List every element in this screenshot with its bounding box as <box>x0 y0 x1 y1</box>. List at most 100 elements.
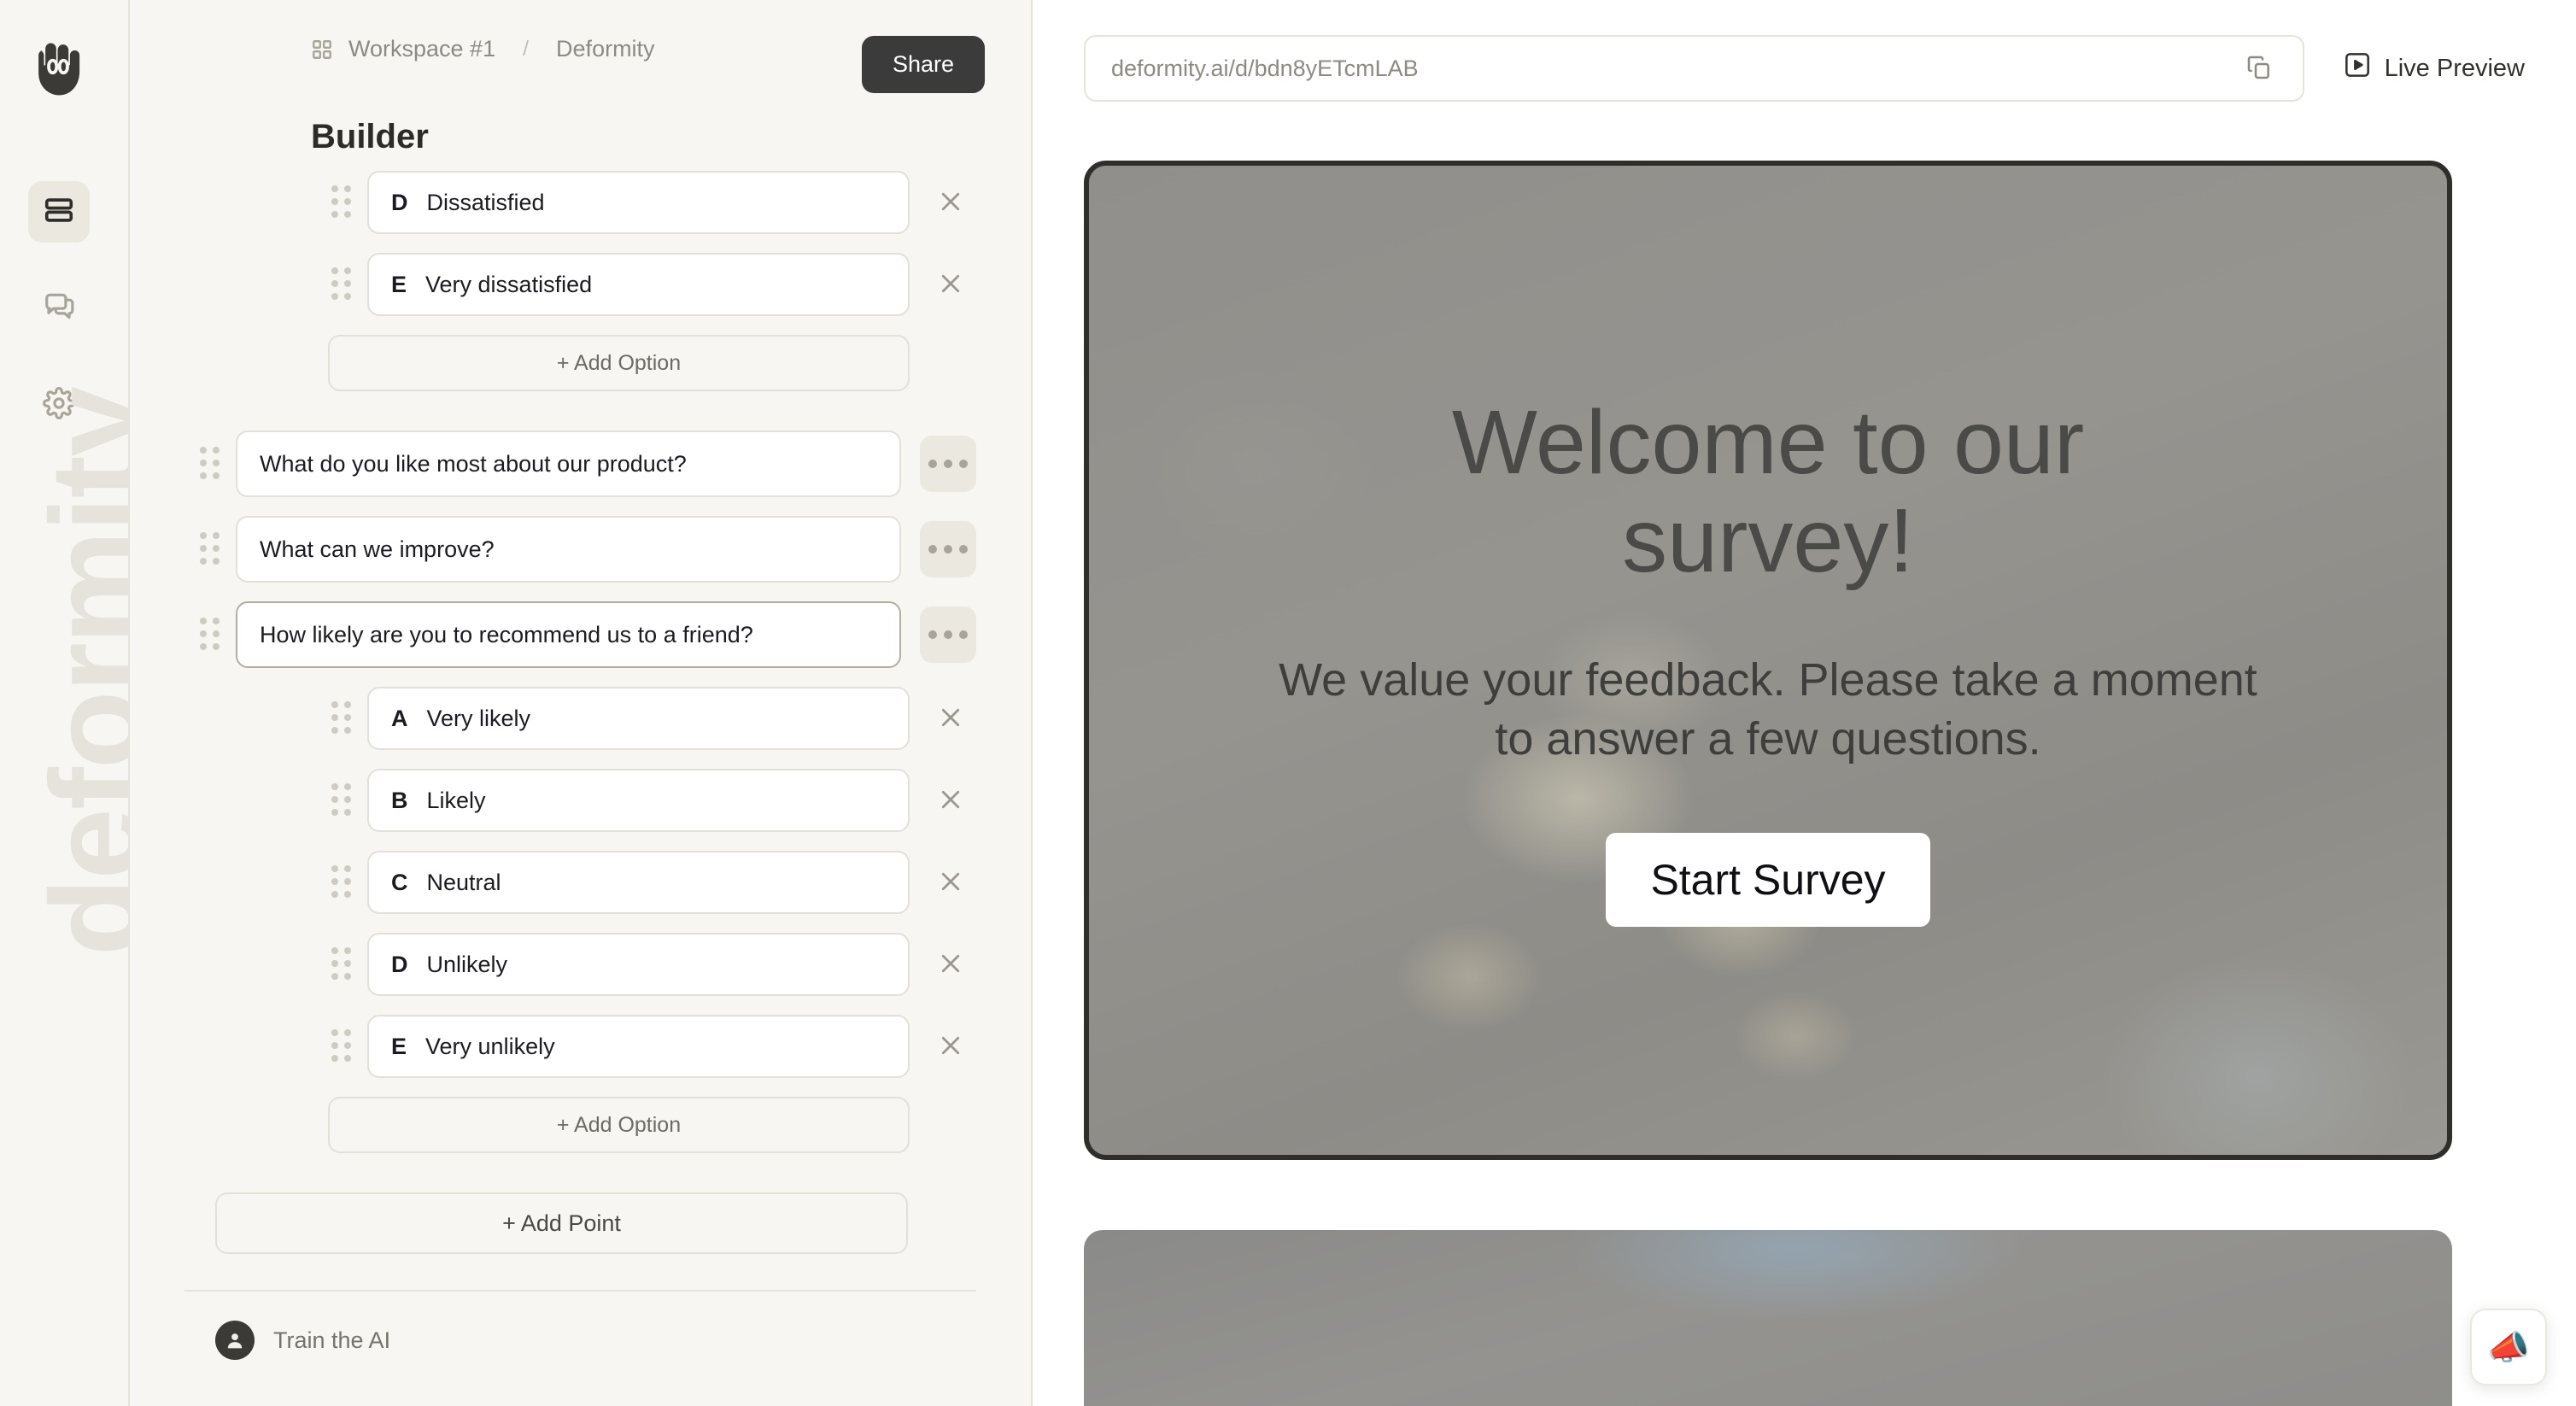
add-option-button[interactable]: + Add Option <box>328 1097 910 1153</box>
question-input[interactable]: What can we improve? <box>236 516 901 583</box>
question-row: What can we improve? <box>184 516 976 583</box>
option-row: D Unlikely <box>184 933 976 996</box>
option-row: D Dissatisfied <box>184 171 976 234</box>
option-input[interactable]: B Likely <box>367 769 910 832</box>
drag-handle-icon[interactable] <box>328 1028 357 1064</box>
option-input[interactable]: A Very likely <box>367 687 910 750</box>
close-icon <box>938 951 963 979</box>
drag-handle-icon[interactable] <box>196 617 225 653</box>
breadcrumb-separator: / <box>523 37 530 61</box>
drag-handle-icon[interactable] <box>328 946 357 982</box>
drag-handle-icon[interactable] <box>196 446 225 482</box>
app-root: deformity Workspace #1 / Deformity Share <box>0 0 2576 1406</box>
share-button[interactable]: Share <box>861 36 985 93</box>
option-input[interactable]: D Unlikely <box>367 933 910 996</box>
live-preview-label: Live Preview <box>2384 54 2525 82</box>
option-letter: D <box>391 189 408 215</box>
question-input[interactable]: What do you like most about our product? <box>236 431 901 497</box>
next-preview-card[interactable] <box>1084 1230 2452 1406</box>
option-row: E Very unlikely <box>184 1015 976 1078</box>
option-input[interactable]: E Very dissatisfied <box>367 253 910 316</box>
grid-icon <box>311 38 333 61</box>
avatar <box>215 1321 255 1360</box>
question-input-focused[interactable]: How likely are you to recommend us to a … <box>236 601 901 668</box>
app-logo[interactable] <box>26 36 92 103</box>
remove-option-button[interactable] <box>925 177 976 228</box>
drag-handle-icon[interactable] <box>196 531 225 567</box>
chat-icon <box>43 290 75 326</box>
share-url-field[interactable]: deformity.ai/d/bdn8yETcmLAB <box>1084 35 2304 102</box>
option-text: Very likely <box>426 705 531 731</box>
drag-handle-icon[interactable] <box>328 267 357 302</box>
option-letter: E <box>391 271 407 297</box>
close-icon <box>938 869 963 897</box>
option-row: E Very dissatisfied <box>184 253 976 316</box>
card-content: Welcome to our survey! We value your fee… <box>1089 166 2447 1155</box>
breadcrumb-project[interactable]: Deformity <box>556 36 655 62</box>
preview-toolbar: deformity.ai/d/bdn8yETcmLAB Live Preview <box>1033 0 2576 137</box>
option-input[interactable]: E Very unlikely <box>367 1015 910 1078</box>
option-input[interactable]: C Neutral <box>367 851 910 914</box>
add-option-button[interactable]: + Add Option <box>328 335 910 391</box>
drag-handle-icon[interactable] <box>328 700 357 736</box>
announcement-fab-button[interactable]: 📣 <box>2470 1309 2547 1385</box>
option-row: A Very likely <box>184 687 976 750</box>
copy-icon <box>2245 54 2273 84</box>
page-title: Builder <box>311 118 429 155</box>
train-ai-label: Train the AI <box>273 1327 391 1353</box>
survey-preview-card[interactable]: Welcome to our survey! We value your fee… <box>1084 161 2452 1160</box>
train-ai-row[interactable]: Train the AI <box>184 1292 976 1360</box>
option-letter: C <box>391 869 408 895</box>
option-letter: E <box>391 1033 407 1059</box>
close-icon <box>938 271 963 299</box>
question-row: What do you like most about our product? <box>184 431 976 497</box>
card-background-image <box>1084 1230 2452 1406</box>
megaphone-icon: 📣 <box>2487 1328 2530 1367</box>
remove-option-button[interactable] <box>925 693 976 744</box>
drag-handle-icon[interactable] <box>328 185 357 220</box>
option-row: B Likely <box>184 769 976 832</box>
builder-icon <box>43 194 75 231</box>
live-preview-toggle[interactable]: Live Preview <box>2344 51 2525 85</box>
option-text: Likely <box>426 787 486 813</box>
drag-handle-icon[interactable] <box>328 782 357 818</box>
question-menu-button[interactable] <box>920 521 976 577</box>
option-letter: D <box>391 951 408 977</box>
sidebar-item-builder[interactable] <box>28 181 90 243</box>
remove-option-button[interactable] <box>925 939 976 990</box>
icon-rail: deformity <box>0 0 167 1406</box>
option-input[interactable]: D Dissatisfied <box>367 171 910 234</box>
breadcrumb: Workspace #1 / Deformity <box>311 36 655 62</box>
option-text: Neutral <box>426 869 501 895</box>
remove-option-button[interactable] <box>925 1021 976 1072</box>
option-letter: B <box>391 787 408 813</box>
close-icon <box>938 705 963 733</box>
question-menu-button[interactable] <box>920 436 976 492</box>
survey-paragraph: We value your feedback. Please take a mo… <box>1279 654 2257 765</box>
add-point-button[interactable]: + Add Point <box>215 1192 908 1254</box>
option-text: Very unlikely <box>425 1033 555 1059</box>
option-row: C Neutral <box>184 851 976 914</box>
close-icon <box>938 1033 963 1061</box>
preview-panel: deformity.ai/d/bdn8yETcmLAB Live Preview… <box>1033 0 2576 1406</box>
drag-handle-icon[interactable] <box>328 864 357 900</box>
question-row: How likely are you to recommend us to a … <box>184 601 976 668</box>
option-text: Very dissatisfied <box>425 271 593 297</box>
option-letter: A <box>391 705 408 731</box>
breadcrumb-workspace[interactable]: Workspace #1 <box>348 36 495 62</box>
remove-option-button[interactable] <box>925 775 976 826</box>
question-menu-button[interactable] <box>920 606 976 663</box>
survey-heading: Welcome to our survey! <box>1451 392 2085 591</box>
start-survey-button[interactable]: Start Survey <box>1606 832 1930 927</box>
close-icon <box>938 787 963 815</box>
sidebar-item-chat[interactable] <box>28 277 90 338</box>
option-text: Unlikely <box>426 951 508 977</box>
remove-option-button[interactable] <box>925 857 976 908</box>
close-icon <box>938 189 963 217</box>
copy-url-button[interactable] <box>2241 50 2277 86</box>
remove-option-button[interactable] <box>925 259 976 310</box>
builder-scroll-area[interactable]: D Dissatisfied E Very dissatisfied + Add… <box>130 171 1031 1406</box>
builder-panel: Workspace #1 / Deformity Share Builder D… <box>130 0 1033 1406</box>
play-icon <box>2344 51 2371 85</box>
option-text: Dissatisfied <box>426 189 545 215</box>
